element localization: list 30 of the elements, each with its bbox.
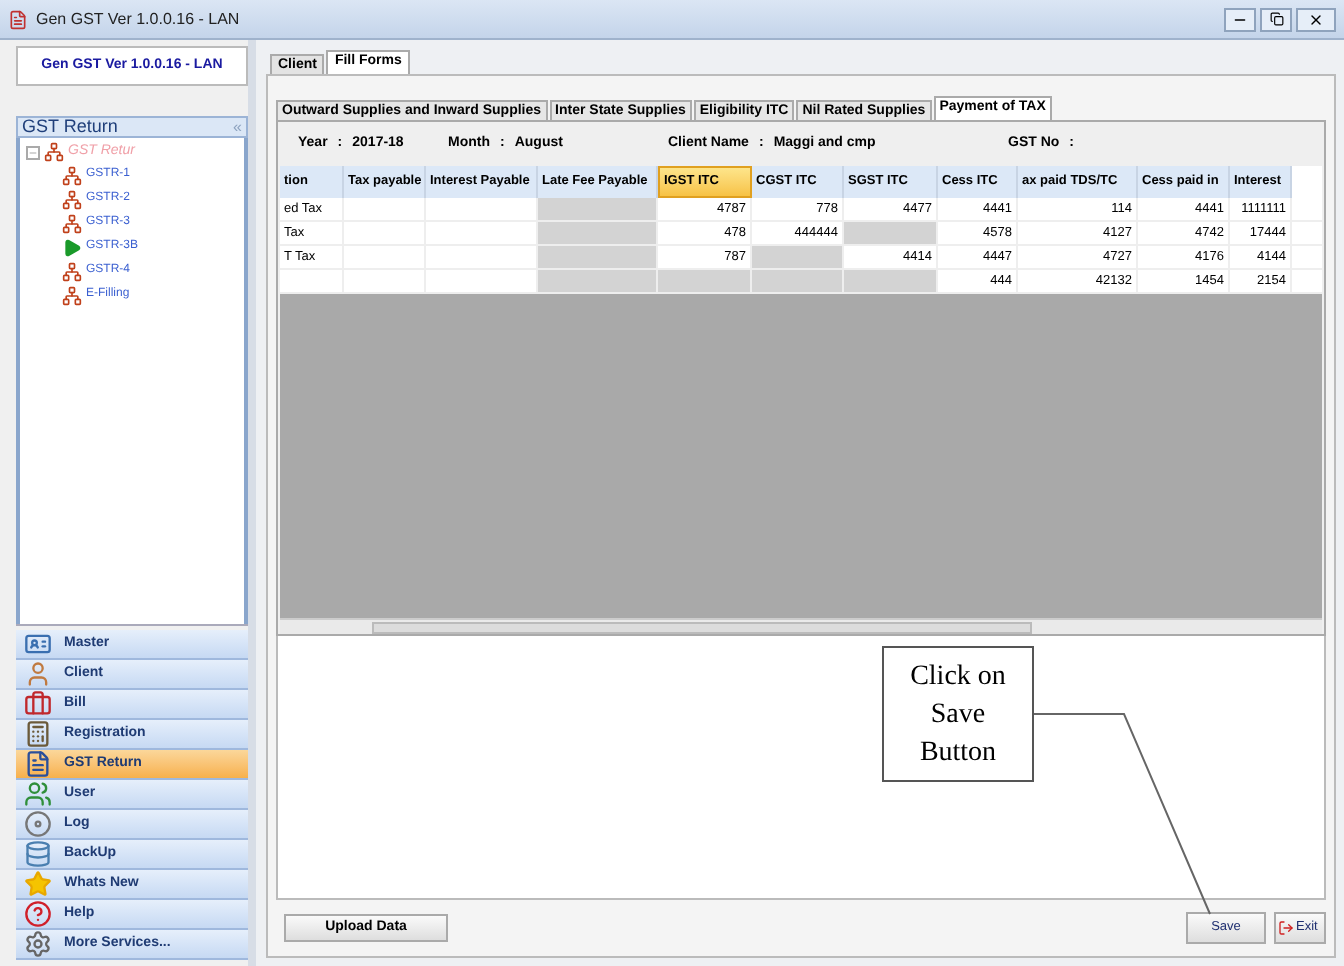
calculator-icon — [24, 720, 52, 748]
star-icon — [24, 870, 52, 898]
exit-icon — [1278, 920, 1294, 936]
callout-box: Click on Save Button — [882, 646, 1034, 782]
database-icon — [24, 840, 52, 868]
disc-icon — [24, 810, 52, 838]
play-icon — [62, 237, 82, 257]
network-icon — [62, 213, 82, 233]
minimize-button[interactable] — [1224, 7, 1256, 31]
person-icon — [24, 660, 52, 688]
close-button[interactable] — [1296, 7, 1336, 31]
expand-toggle[interactable] — [26, 145, 40, 160]
app-icon — [8, 9, 28, 29]
id-card-icon — [24, 630, 52, 658]
network-icon — [62, 261, 82, 281]
window-title: Gen GST Ver 1.0.0.16 - LAN — [36, 7, 240, 31]
network-icon — [44, 142, 64, 163]
document-icon — [24, 750, 52, 778]
panel-title: GST Return — [22, 113, 118, 140]
briefcase-icon — [24, 690, 52, 718]
network-icon — [62, 189, 82, 209]
restore-icon — [1269, 12, 1283, 26]
network-icon — [62, 285, 82, 305]
users-icon — [24, 780, 52, 808]
network-icon — [62, 165, 82, 185]
settings-icon — [24, 930, 52, 958]
help-icon — [24, 900, 52, 928]
horizontal-scrollbar[interactable] — [280, 618, 1322, 634]
close-icon — [1308, 11, 1324, 27]
restore-button[interactable] — [1260, 7, 1292, 31]
